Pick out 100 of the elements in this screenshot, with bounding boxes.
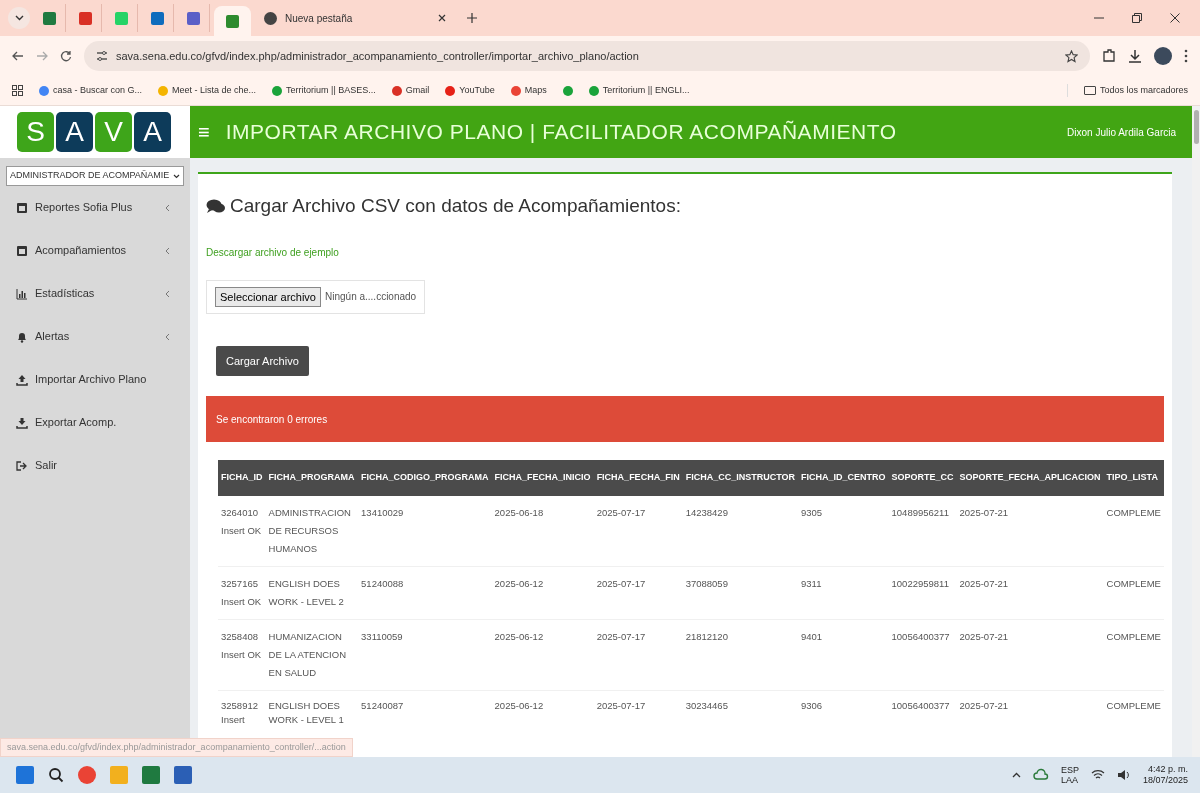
table-cell: 9306 [798, 690, 889, 729]
reload-icon[interactable] [60, 50, 72, 62]
column-header[interactable]: SOPORTE_CC [888, 460, 957, 496]
sidebar-menu-item[interactable]: Estadísticas [0, 272, 190, 315]
upload-file-button[interactable]: Cargar Archivo [216, 346, 309, 376]
column-header[interactable]: FICHA_PROGRAMA [265, 460, 359, 496]
bookmark-link[interactable]: Meet - Lista de che... [158, 83, 257, 98]
address-bar[interactable]: sava.sena.edu.co/gfvd/index.php/administrador_acompanamiento_controller/importar_archivo_plano/action [84, 41, 1090, 71]
column-header[interactable]: SOPORTE_FECHA_APLICACION [956, 460, 1104, 496]
browser-tab[interactable]: Nueva pestaña [255, 4, 455, 32]
sidebar-menu-item[interactable]: Importar Archivo Plano [0, 358, 190, 401]
download-icon [16, 416, 28, 429]
column-header[interactable]: FICHA_CODIGO_PROGRAMA [358, 460, 492, 496]
tab-search-button[interactable] [8, 7, 30, 29]
column-header[interactable]: FICHA_CC_INSTRUCTOR [682, 460, 798, 496]
site-settings-icon[interactable] [96, 50, 108, 62]
star-icon[interactable] [1065, 49, 1078, 63]
chevron-up-icon[interactable] [1011, 772, 1021, 778]
profile-avatar[interactable] [1154, 47, 1172, 65]
bookmark-link[interactable]: casa - Buscar con G... [39, 83, 143, 98]
column-header[interactable]: TIPO_LISTA [1103, 460, 1164, 496]
url-text: sava.sena.edu.co/gfvd/index.php/administrador_acompanamiento_controller/importar_archivo_plano/action [116, 48, 640, 64]
all-bookmarks-button[interactable]: Todos los marcadores [1066, 83, 1188, 98]
bookmark-link[interactable] [562, 85, 573, 96]
menu-item-label: Alertas [35, 329, 70, 345]
speaker-icon[interactable] [1116, 769, 1131, 781]
close-icon[interactable] [1170, 13, 1180, 23]
logo-letter: V [95, 112, 132, 152]
wifi-icon[interactable] [1090, 769, 1105, 781]
chevron-left-icon [165, 332, 170, 341]
bookmark-icon [445, 85, 456, 96]
chevron-left-icon [165, 289, 170, 298]
exit-icon [16, 459, 28, 472]
table-cell: 2025-06-18 [491, 496, 594, 567]
bookmark-icon [510, 85, 521, 96]
bookmark-link[interactable]: Territorium || BASES... [272, 83, 376, 98]
table-cell: 21812120 [682, 619, 798, 691]
clock-time[interactable]: 4:42 p. m. [1147, 764, 1188, 775]
table-cell: 3264010 Insert OK [218, 496, 266, 567]
chevron-down-icon[interactable] [173, 173, 180, 179]
close-icon[interactable] [438, 14, 446, 22]
keyboard-layout-indicator[interactable]: LAA [1060, 775, 1079, 785]
menu-item-label: Reportes Sofia Plus [35, 200, 133, 216]
sidebar-menu-item[interactable]: Salir [0, 444, 190, 487]
table-cell: 9401 [798, 619, 889, 691]
upload-icon [16, 373, 28, 386]
role-select[interactable]: ADMINISTRADOR DE ACOMPAÑAMIE [6, 166, 184, 186]
restore-icon[interactable] [1132, 13, 1142, 23]
search-icon[interactable] [48, 767, 64, 783]
table-cell: ENGLISH DOES WORK - LEVEL 1 [265, 690, 359, 729]
sidebar-menu-item[interactable]: Reportes Sofia Plus [0, 186, 190, 229]
table-cell: COMPLEME [1103, 496, 1164, 567]
table-cell: 2025-07-17 [593, 619, 683, 691]
language-indicator[interactable]: ESP [1060, 765, 1079, 775]
file-input-field[interactable]: Seleccionar archivo Ningún a....ccionado [206, 279, 426, 314]
chevron-down-icon [14, 15, 24, 21]
clock-date[interactable]: 18/07/2025 [1142, 775, 1188, 786]
bar-chart-icon [16, 287, 28, 300]
table-cell: 2025-07-17 [593, 566, 683, 620]
bell-icon [16, 330, 28, 343]
bookmark-icon [39, 85, 49, 96]
download-icon[interactable] [1128, 49, 1142, 63]
menu-item-label: Exportar Acomp. [35, 415, 117, 431]
column-header[interactable]: FICHA_ID [218, 460, 266, 496]
browser-tab[interactable] [214, 6, 251, 36]
bookmark-link[interactable]: YouTube [445, 83, 495, 98]
download-example-link[interactable]: Descargar archivo de ejemplo [206, 244, 1164, 260]
menu-item-label: Estadísticas [35, 286, 95, 302]
extensions-icon[interactable] [1102, 49, 1116, 63]
plus-icon[interactable] [467, 13, 477, 23]
back-icon[interactable] [12, 51, 24, 61]
bookmark-icon [588, 85, 599, 96]
table-cell: 2025-06-12 [491, 619, 594, 691]
bookmark-icon [391, 85, 402, 96]
bookmark-link[interactable]: Maps [510, 83, 547, 98]
menu-item-label: Salir [35, 458, 57, 474]
report-icon [16, 201, 28, 214]
table-cell: 51240088 [358, 566, 492, 620]
choose-file-button[interactable]: Seleccionar archivo [215, 286, 321, 307]
sidebar-menu-item[interactable]: Alertas [0, 315, 190, 358]
table-cell: 10022959811 [888, 566, 957, 620]
sidebar-menu-item[interactable]: Exportar Acomp. [0, 401, 190, 444]
table-cell: ADMINISTRACION DE RECURSOS HUMANOS [265, 496, 359, 567]
speech-bubbles-icon [206, 197, 226, 215]
table-cell: 13410029 [358, 496, 492, 567]
cloud-sync-icon[interactable] [1032, 768, 1049, 782]
bookmark-link[interactable]: Territorium || ENGLI... [588, 83, 690, 98]
table-cell: 9305 [798, 496, 889, 567]
sidebar-menu-item[interactable]: Acompañamientos [0, 229, 190, 272]
more-options-icon[interactable] [1184, 49, 1188, 63]
bookmark-link[interactable]: Gmail [391, 83, 430, 98]
alert-text: Se encontraron 0 errores [216, 412, 328, 427]
column-header[interactable]: FICHA_FECHA_INICIO [491, 460, 594, 496]
column-header[interactable]: FICHA_ID_CENTRO [798, 460, 889, 496]
table-cell: 2025-07-17 [593, 690, 683, 729]
table-cell: 10489956211 [888, 496, 957, 567]
apps-grid-icon[interactable] [12, 85, 23, 96]
table-cell: 51240087 [358, 690, 492, 729]
scrollbar[interactable] [1192, 106, 1200, 757]
column-header[interactable]: FICHA_FECHA_FIN [593, 460, 683, 496]
